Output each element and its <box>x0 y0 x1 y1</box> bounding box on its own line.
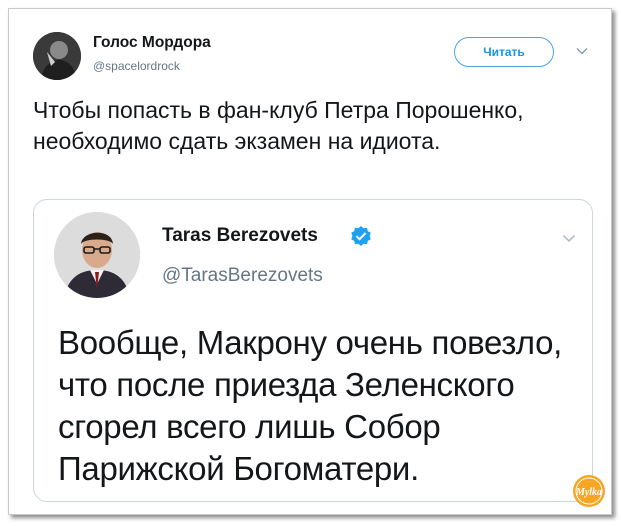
verified-badge-icon <box>351 226 371 246</box>
quoted-author-name[interactable]: Taras Berezovets <box>162 225 318 247</box>
tweet-text: Чтобы попасть в фан-клуб Петра Порошенко… <box>33 97 524 154</box>
author-avatar[interactable] <box>33 32 81 80</box>
tweet-card: Голос Мордора @spacelordrock Читать Чтоб… <box>8 8 612 515</box>
svg-text:Mylka: Mylka <box>575 487 602 498</box>
quoted-tweet[interactable]: Taras Berezovets @TarasBerezovets Вообще… <box>33 199 593 502</box>
quoted-author-avatar[interactable] <box>54 212 140 298</box>
quoted-tweet-text: Вообще, Макрону очень повезло, что после… <box>58 324 563 487</box>
watermark-logo: Mylka <box>573 475 605 507</box>
chevron-down-icon[interactable] <box>575 44 589 58</box>
follow-button[interactable]: Читать <box>454 37 554 67</box>
quoted-author-handle[interactable]: @TarasBerezovets <box>162 265 323 287</box>
author-handle[interactable]: @spacelordrock <box>93 59 180 73</box>
author-name[interactable]: Голос Мордора <box>93 34 211 52</box>
chevron-down-icon[interactable] <box>561 230 577 246</box>
